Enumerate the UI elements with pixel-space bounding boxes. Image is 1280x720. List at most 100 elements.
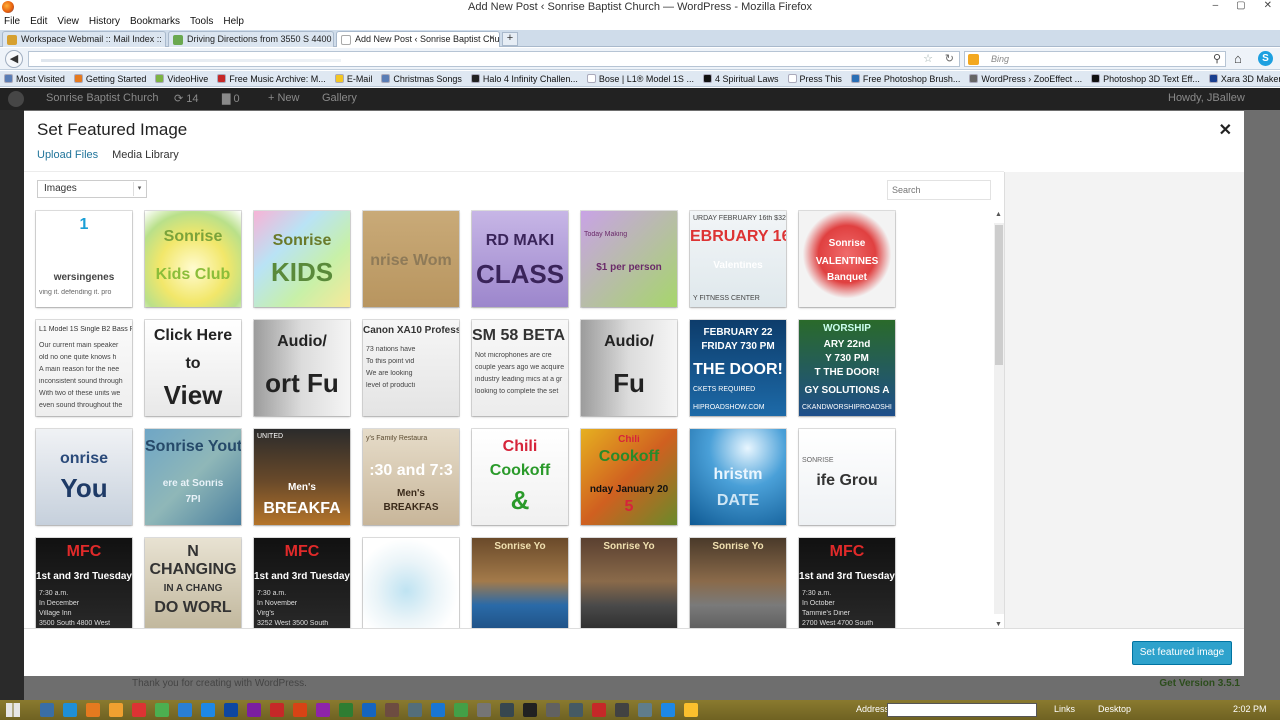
bookmark-item[interactable]: Christmas Songs	[381, 74, 462, 84]
tab-upload-files[interactable]: Upload Files	[37, 149, 98, 161]
bookmark-item[interactable]: Free Photoshop Brush...	[850, 74, 960, 84]
attachment-thumbnail-sm58-beta-article[interactable]: SM 58 BETA Mi Not microphones are cre coup…	[472, 320, 568, 416]
taskbar-address-input[interactable]	[887, 703, 1037, 717]
bookmark-item[interactable]: Press This	[787, 74, 842, 84]
scroll-down-icon[interactable]: ▼	[995, 621, 1002, 628]
attachment-thumbnail-canon-xa10-article[interactable]: Canon XA10 Professi 73 nations have To thi…	[363, 320, 459, 416]
admin-bar-gallery[interactable]: Gallery	[322, 92, 357, 104]
home-icon[interactable]: ⌂	[1234, 51, 1242, 66]
new-tab-button[interactable]: +	[502, 32, 518, 46]
close-tab-icon[interactable]: ×	[489, 32, 495, 46]
attachment-thumbnail-sonrise-kids[interactable]: Sonrise KIDS	[254, 211, 350, 307]
taskbar-app-icon[interactable]	[523, 703, 537, 717]
attachment-thumbnail-card-making-class[interactable]: RD MAKI CLASS	[472, 211, 568, 307]
attachment-thumbnail-roadshow-feb22[interactable]: FEBRUARY 22 FRIDAY 730 PM THE DOOR! CKETS R…	[690, 320, 786, 416]
taskbar-app-icon[interactable]	[500, 703, 514, 717]
taskbar-app-icon[interactable]	[546, 703, 560, 717]
taskbar-app-icon[interactable]	[638, 703, 652, 717]
attachment-thumbnail-sonrise-youth-here[interactable]: Sonrise Youth ere at Sonris 7PI	[145, 429, 241, 525]
attachment-thumbnail-youth-photo-boy-1[interactable]: Sonrise Yo	[581, 538, 677, 628]
skype-icon[interactable]: S	[1258, 51, 1273, 66]
taskbar-app-icon[interactable]	[661, 703, 675, 717]
maximize-button[interactable]: ▢	[1236, 0, 1245, 11]
attachment-thumbnail-sonrise-life-group[interactable]: SONRISE ife Grou	[799, 429, 895, 525]
bookmark-item[interactable]: WordPress › ZooEffect ...	[969, 74, 1082, 84]
back-button[interactable]: ◀	[5, 50, 23, 68]
attachment-thumbnail-sonrise-women[interactable]: nrise Wom	[363, 211, 459, 307]
admin-bar-new[interactable]: + New	[268, 92, 300, 104]
wordpress-logo-icon[interactable]	[8, 91, 24, 107]
search-bar[interactable]: Bing ⚲	[964, 51, 1226, 67]
attachment-thumbnail-mens-breakfast-1[interactable]: UNITED Men's BREAKFA	[254, 429, 350, 525]
scroll-thumb[interactable]	[995, 225, 1003, 365]
taskbar-app-icon[interactable]	[155, 703, 169, 717]
taskbar-app-icon[interactable]	[224, 703, 238, 717]
tab-add-new-post[interactable]: Add New Post ‹ Sonrise Baptist Churc... …	[336, 31, 500, 47]
bookmark-item[interactable]: E-Mail	[334, 74, 372, 84]
taskbar-app-icon[interactable]	[362, 703, 376, 717]
taskbar-app-icon[interactable]	[339, 703, 353, 717]
bookmark-item[interactable]: VideoHive	[155, 74, 208, 84]
attachment-thumbnail-chili-cookoff-1[interactable]: Chili Cookoff &	[472, 429, 568, 525]
attachment-thumbnail-bose-l1-banner[interactable]: 1 wersingenes ving it. defending it. pro	[36, 211, 132, 307]
menu-edit[interactable]: Edit	[30, 16, 47, 30]
bookmark-item[interactable]: Getting Started	[73, 74, 146, 84]
admin-bar-comments[interactable]: ▇ 0	[222, 92, 240, 105]
menu-history[interactable]: History	[89, 16, 120, 30]
attachment-thumbnail-mens-breakfast-2[interactable]: y's Family Restaura:30 and 7:3 Men's BREAK…	[363, 429, 459, 525]
attachment-thumbnail-click-here-to-view[interactable]: Click Here to View	[145, 320, 241, 416]
taskbar-app-icon[interactable]	[385, 703, 399, 717]
reload-icon[interactable]: ↻	[945, 52, 954, 65]
taskbar-app-icon[interactable]	[40, 703, 54, 717]
taskbar-app-icon[interactable]	[684, 703, 698, 717]
attachment-thumbnail-chili-cookoff-2[interactable]: Chili Cookoff nday January 20 5	[581, 429, 677, 525]
bookmark-item[interactable]: Halo 4 Infinity Challen...	[470, 74, 578, 84]
bookmark-item[interactable]: Photoshop 3D Text Eff...	[1091, 74, 1200, 84]
taskbar-app-icon[interactable]	[63, 703, 77, 717]
url-bar[interactable]: ☆ ↻	[28, 51, 960, 67]
bookmark-item[interactable]: Most Visited	[4, 74, 65, 84]
attachment-thumbnail-valentines-banquet[interactable]: Sonrise VALENTINES Banquet	[799, 211, 895, 307]
taskbar-app-icon[interactable]	[86, 703, 100, 717]
attachment-thumbnail-floral-swirl[interactable]	[363, 538, 459, 628]
bookmark-item[interactable]: Bose | L1® Model 1S ...	[586, 74, 694, 84]
taskbar-app-icon[interactable]	[293, 703, 307, 717]
taskbar-app-icon[interactable]	[615, 703, 629, 717]
admin-bar-greeting[interactable]: Howdy, JBallew	[1168, 92, 1245, 104]
attachment-thumbnail-audio-visual-fund-1[interactable]: Audio/ort Fu	[254, 320, 350, 416]
media-filter-select[interactable]: Images ▾	[37, 180, 147, 198]
menu-file[interactable]: File	[4, 16, 20, 30]
attachment-thumbnail-audio-visual-fund-2[interactable]: Audio/Fu	[581, 320, 677, 416]
taskbar-app-icon[interactable]	[178, 703, 192, 717]
taskbar-app-icon[interactable]	[270, 703, 284, 717]
media-search-box[interactable]	[887, 180, 991, 200]
search-icon[interactable]: ⚲	[1213, 52, 1221, 65]
taskbar-app-icon[interactable]	[247, 703, 261, 717]
tab-driving-directions[interactable]: Driving Directions from 3550 S 4400 ...	[168, 31, 334, 47]
attachment-thumbnail-changing-world[interactable]: N CHANGING IN A CHANG DO WORL	[145, 538, 241, 628]
taskbar-desktop[interactable]: Desktop	[1098, 704, 1131, 714]
taskbar-app-icon[interactable]	[454, 703, 468, 717]
taskbar-links[interactable]: Links	[1054, 704, 1075, 714]
admin-bar-updates[interactable]: ⟳ 14	[174, 92, 199, 105]
media-search-input[interactable]	[888, 181, 990, 199]
attachment-thumbnail-youth-photo-boy-2[interactable]: Sonrise Yo	[690, 538, 786, 628]
menu-tools[interactable]: Tools	[190, 16, 213, 30]
attachment-thumbnail-card-making-flyer[interactable]: Today Making $1 per person	[581, 211, 677, 307]
menu-bookmarks[interactable]: Bookmarks	[130, 16, 180, 30]
taskbar-app-icon[interactable]	[477, 703, 491, 717]
attachment-thumbnail-l1-model-article[interactable]: L1 Model 1S Single B2 Bass Port Our curre…	[36, 320, 132, 416]
close-window-button[interactable]: ✕	[1264, 0, 1272, 11]
tab-media-library[interactable]: Media Library	[112, 149, 179, 161]
bookmark-item[interactable]: Xara 3D Maker Video D...	[1208, 74, 1280, 84]
attachment-thumbnail-sonrise-youth-grunge[interactable]: onrise You	[36, 429, 132, 525]
taskbar-app-icon[interactable]	[132, 703, 146, 717]
taskbar-app-icon[interactable]	[408, 703, 422, 717]
taskbar-app-icon[interactable]	[569, 703, 583, 717]
taskbar-app-icon[interactable]	[201, 703, 215, 717]
taskbar-app-icon[interactable]	[316, 703, 330, 717]
attachment-thumbnail-valentines-dinner-flyer[interactable]: URDAY FEBRUARY 16th $32.50 EBRUARY 16 Vale…	[690, 211, 786, 307]
scroll-up-icon[interactable]: ▲	[995, 211, 1002, 218]
attachment-thumbnail-worship-roadshow[interactable]: WORSHIP ARY 22nd Y 730 PM T THE DOOR! GY SOL…	[799, 320, 895, 416]
attachment-thumbnail-sonrise-kids-club[interactable]: Sonrise Kids Club	[145, 211, 241, 307]
